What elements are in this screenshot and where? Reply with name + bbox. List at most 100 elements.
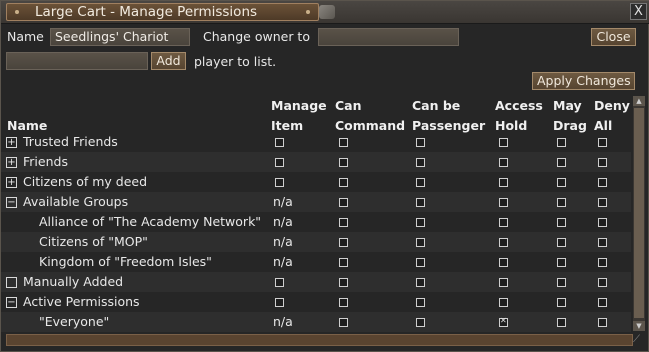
row-label: Alliance of "The Academy Network" (39, 214, 262, 229)
deny-all-checkbox[interactable] (598, 258, 607, 267)
row-label: Available Groups (23, 194, 129, 209)
manage-item-na: n/a (273, 314, 293, 329)
can-be-passenger-checkbox[interactable] (416, 258, 425, 267)
add-player-field[interactable] (6, 52, 148, 70)
table-row[interactable]: Alliance of "The Academy Network" n/a (1, 212, 631, 232)
apply-changes-button[interactable]: Apply Changes (532, 72, 635, 90)
table-row[interactable]: + Friends (1, 152, 631, 172)
add-button[interactable]: Add (151, 52, 186, 70)
scroll-down-icon[interactable]: ▼ (633, 321, 645, 331)
row-label: Kingdom of "Freedom Isles" (39, 254, 212, 269)
can-command-checkbox[interactable] (339, 318, 348, 327)
header-passenger: Can be (412, 98, 461, 113)
may-drag-checkbox[interactable] (557, 278, 566, 287)
can-command-checkbox[interactable] (339, 178, 348, 187)
deny-all-checkbox[interactable] (598, 218, 607, 227)
expand-icon[interactable]: + (6, 137, 17, 148)
deny-all-checkbox[interactable] (598, 278, 607, 287)
close-button[interactable]: Close (591, 28, 636, 46)
access-hold-checkbox[interactable] (499, 178, 508, 187)
row-label: Manually Added (23, 274, 124, 289)
table-row[interactable]: "Everyone" n/a (1, 312, 631, 332)
row-label: "Everyone" (39, 314, 110, 329)
row-label: Friends (23, 154, 68, 169)
expand-icon[interactable]: + (6, 177, 17, 188)
access-hold-checkbox[interactable] (499, 158, 508, 167)
may-drag-checkbox[interactable] (557, 218, 566, 227)
access-hold-checkbox[interactable] (499, 316, 508, 327)
manage-item-checkbox[interactable] (275, 178, 284, 187)
access-hold-checkbox[interactable] (499, 258, 508, 267)
access-hold-checkbox[interactable] (499, 278, 508, 287)
can-command-checkbox[interactable] (339, 218, 348, 227)
window-title-text: Large Cart - Manage Permissions (35, 4, 258, 20)
row-label: Citizens of my deed (23, 174, 148, 189)
can-be-passenger-checkbox[interactable] (416, 138, 425, 147)
manage-item-checkbox[interactable] (275, 298, 284, 307)
title-bar[interactable]: Large Cart - Manage Permissions X (1, 1, 649, 24)
manage-item-na: n/a (273, 214, 293, 229)
collapse-icon[interactable]: − (6, 297, 17, 308)
can-command-checkbox[interactable] (339, 198, 348, 207)
change-owner-field[interactable] (318, 28, 459, 46)
may-drag-checkbox[interactable] (557, 158, 566, 167)
can-command-checkbox[interactable] (339, 298, 348, 307)
collapse-icon[interactable]: − (6, 197, 17, 208)
can-be-passenger-checkbox[interactable] (416, 298, 425, 307)
horizontal-scrollbar[interactable] (6, 334, 633, 346)
scroll-thumb[interactable] (634, 108, 644, 318)
deny-all-checkbox[interactable] (598, 318, 607, 327)
vertical-scrollbar[interactable]: ▲ ▼ (633, 96, 645, 331)
manage-item-checkbox[interactable] (275, 158, 284, 167)
access-hold-checkbox[interactable] (499, 298, 508, 307)
may-drag-checkbox[interactable] (557, 298, 566, 307)
table-row[interactable]: Manually Added (1, 272, 631, 292)
access-hold-checkbox[interactable] (499, 218, 508, 227)
manage-item-checkbox[interactable] (275, 138, 284, 147)
deny-all-checkbox[interactable] (598, 198, 607, 207)
expand-icon[interactable]: + (6, 157, 17, 168)
can-be-passenger-checkbox[interactable] (416, 278, 425, 287)
deny-all-checkbox[interactable] (598, 138, 607, 147)
access-hold-checkbox[interactable] (499, 198, 508, 207)
deny-all-checkbox[interactable] (598, 158, 607, 167)
access-hold-checkbox[interactable] (499, 238, 508, 247)
deny-all-checkbox[interactable] (598, 178, 607, 187)
can-command-checkbox[interactable] (339, 278, 348, 287)
table-row[interactable]: − Available Groups n/a (1, 192, 631, 212)
may-drag-checkbox[interactable] (557, 238, 566, 247)
may-drag-checkbox[interactable] (557, 318, 566, 327)
may-drag-checkbox[interactable] (557, 258, 566, 267)
can-be-passenger-checkbox[interactable] (416, 238, 425, 247)
table-row[interactable]: Kingdom of "Freedom Isles" n/a (1, 252, 631, 272)
scroll-up-icon[interactable]: ▲ (633, 96, 645, 106)
can-command-checkbox[interactable] (339, 238, 348, 247)
can-be-passenger-checkbox[interactable] (416, 158, 425, 167)
table-row[interactable]: − Active Permissions (1, 292, 631, 312)
can-be-passenger-checkbox[interactable] (416, 198, 425, 207)
resize-grip-icon[interactable]: ⟋ (633, 334, 647, 348)
manage-item-checkbox[interactable] (275, 278, 284, 287)
may-drag-checkbox[interactable] (557, 138, 566, 147)
can-be-passenger-checkbox[interactable] (416, 318, 425, 327)
header-command: Can (335, 98, 362, 113)
window-close-button[interactable]: X (630, 3, 647, 20)
can-command-checkbox[interactable] (339, 138, 348, 147)
change-owner-label: Change owner to (203, 29, 310, 44)
deny-all-checkbox[interactable] (598, 238, 607, 247)
table-row[interactable]: Citizens of "MOP" n/a (1, 232, 631, 252)
can-be-passenger-checkbox[interactable] (416, 218, 425, 227)
row-label: Active Permissions (23, 294, 140, 309)
can-command-checkbox[interactable] (339, 258, 348, 267)
can-command-checkbox[interactable] (339, 158, 348, 167)
deny-all-checkbox[interactable] (598, 298, 607, 307)
row-label: Citizens of "MOP" (39, 234, 148, 249)
row-label: Trusted Friends (23, 134, 118, 149)
table-row[interactable]: + Trusted Friends (1, 132, 631, 152)
can-be-passenger-checkbox[interactable] (416, 178, 425, 187)
table-row[interactable]: + Citizens of my deed (1, 172, 631, 192)
may-drag-checkbox[interactable] (557, 198, 566, 207)
access-hold-checkbox[interactable] (499, 138, 508, 147)
may-drag-checkbox[interactable] (557, 178, 566, 187)
name-field[interactable]: Seedlings' Chariot (50, 28, 190, 46)
